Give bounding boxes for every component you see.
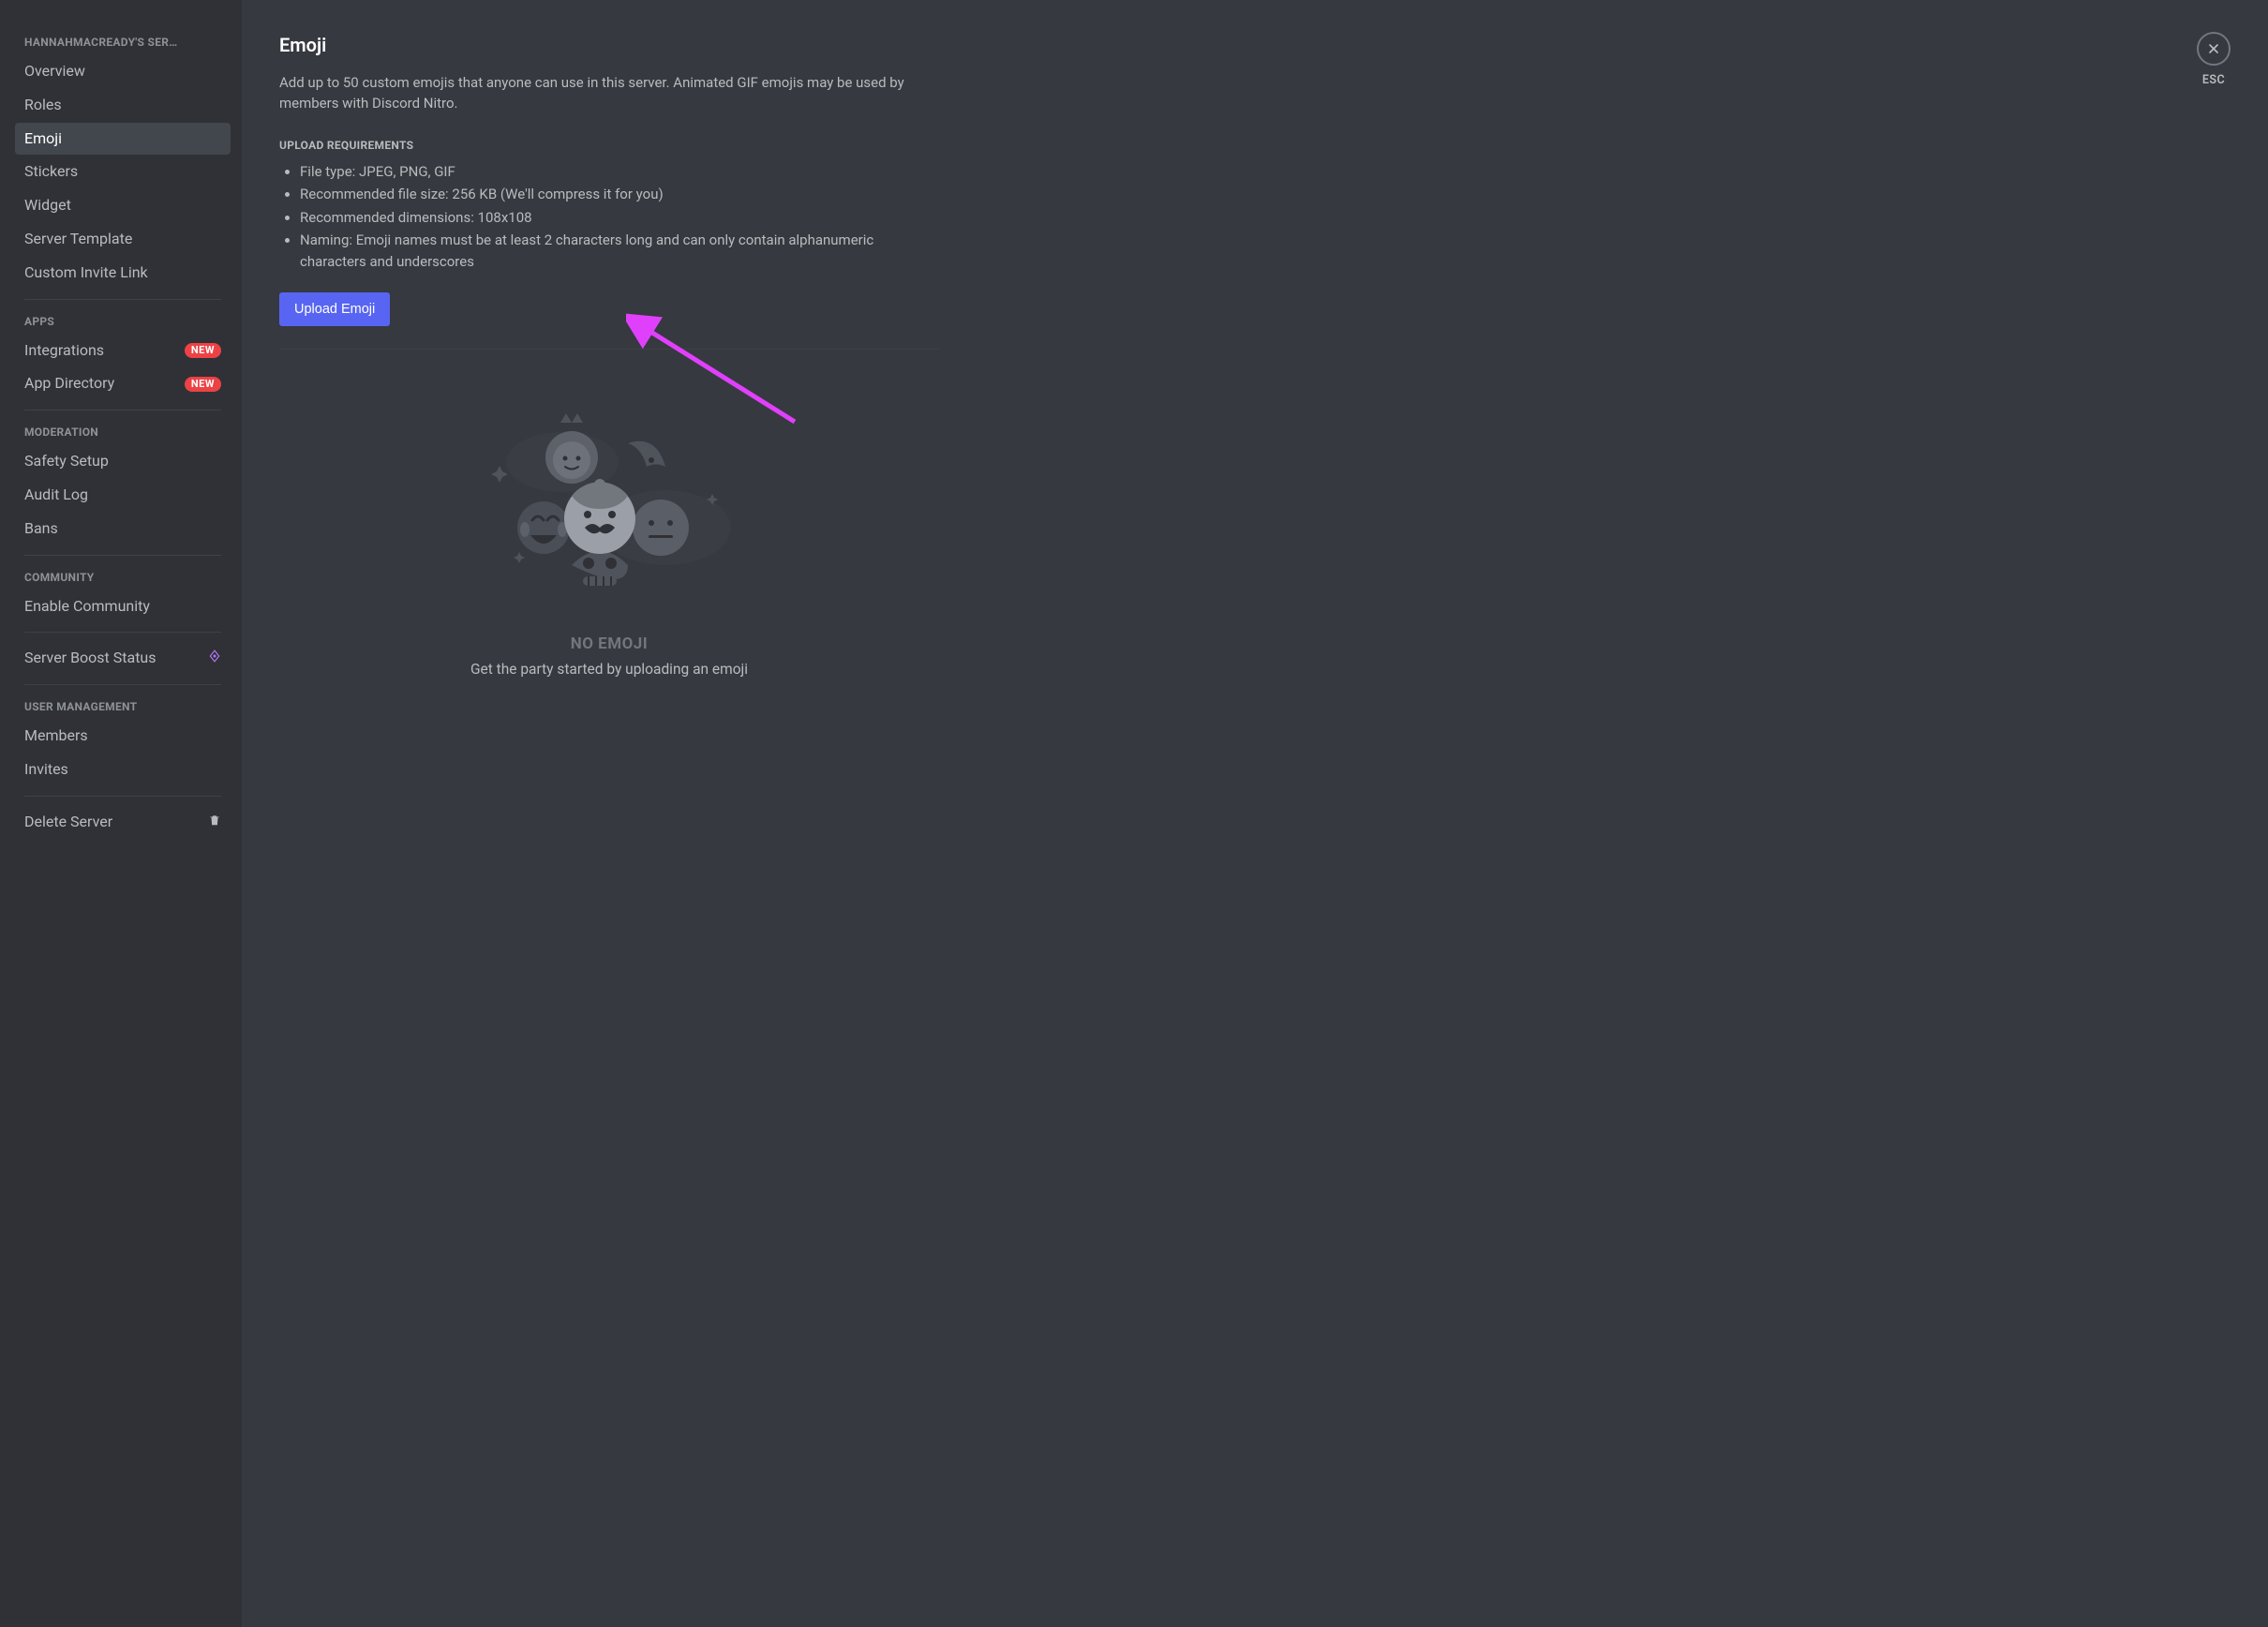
sidebar-item-label: Enable Community: [24, 597, 221, 617]
sidebar-item-label: App Directory: [24, 374, 185, 394]
requirement-item: Naming: Emoji names must be at least 2 c…: [300, 230, 926, 272]
sidebar-item-label: Integrations: [24, 341, 185, 361]
sidebar-divider: [24, 684, 221, 685]
sidebar-item-widget[interactable]: Widget: [15, 189, 231, 222]
sidebar-item-roles[interactable]: Roles: [15, 89, 231, 122]
empty-state-subtitle: Get the party started by uploading an em…: [470, 661, 748, 678]
new-badge: NEW: [185, 377, 221, 392]
sidebar-divider: [24, 299, 221, 300]
trash-icon: [208, 813, 221, 832]
sidebar-item-label: Custom Invite Link: [24, 263, 221, 283]
sidebar-header-apps: APPS: [15, 309, 231, 334]
upload-requirements-list: File type: JPEG, PNG, GIF Recommended fi…: [279, 161, 926, 273]
server-name-header: HANNAHMACREADY'S SER…: [15, 30, 231, 54]
sidebar-item-custom-invite-link[interactable]: Custom Invite Link: [15, 257, 231, 290]
sidebar-item-label: Stickers: [24, 162, 221, 182]
sidebar-item-server-template[interactable]: Server Template: [15, 223, 231, 256]
empty-state: NO EMOJI Get the party started by upload…: [279, 387, 939, 678]
sidebar-item-server-boost-status[interactable]: Server Boost Status: [15, 642, 231, 675]
sidebar-item-label: Server Boost Status: [24, 649, 208, 668]
new-badge: NEW: [185, 343, 221, 358]
content-divider: [279, 349, 939, 350]
sidebar-item-label: Server Template: [24, 230, 221, 249]
page-title: Emoji: [279, 34, 939, 56]
sidebar-item-enable-community[interactable]: Enable Community: [15, 590, 231, 623]
sidebar-item-label: Audit Log: [24, 485, 221, 505]
sidebar-item-label: Safety Setup: [24, 452, 221, 471]
sidebar-item-label: Overview: [24, 62, 221, 82]
upload-emoji-button[interactable]: Upload Emoji: [279, 292, 390, 326]
sidebar-item-label: Roles: [24, 96, 221, 115]
sidebar-item-label: Emoji: [24, 129, 221, 149]
sidebar-item-overview[interactable]: Overview: [15, 55, 231, 88]
sidebar-item-bans[interactable]: Bans: [15, 513, 231, 545]
sidebar-item-app-directory[interactable]: App Directory NEW: [15, 367, 231, 400]
sidebar-item-label: Widget: [24, 196, 221, 216]
empty-state-title: NO EMOJI: [571, 634, 649, 653]
requirement-item: Recommended file size: 256 KB (We'll com…: [300, 184, 926, 205]
sidebar-item-label: Members: [24, 726, 221, 746]
sidebar-item-emoji[interactable]: Emoji: [15, 123, 231, 156]
sidebar-header-user-management: USER MANAGEMENT: [15, 694, 231, 719]
sidebar-header-community: COMMUNITY: [15, 565, 231, 590]
esc-label: ESC: [2202, 73, 2225, 87]
sidebar-divider: [24, 632, 221, 633]
close-icon: [2197, 32, 2231, 66]
sidebar-item-members[interactable]: Members: [15, 720, 231, 753]
sidebar-item-safety-setup[interactable]: Safety Setup: [15, 445, 231, 478]
sidebar-item-delete-server[interactable]: Delete Server: [15, 806, 231, 839]
boost-gem-icon: [208, 649, 221, 668]
sidebar-header-moderation: MODERATION: [15, 420, 231, 444]
empty-state-illustration: [478, 406, 740, 612]
sidebar-item-invites[interactable]: Invites: [15, 754, 231, 786]
sidebar-item-label: Invites: [24, 760, 221, 780]
upload-requirements-header: UPLOAD REQUIREMENTS: [279, 139, 939, 152]
sidebar-item-stickers[interactable]: Stickers: [15, 156, 231, 188]
page-description: Add up to 50 custom emojis that anyone c…: [279, 73, 926, 114]
sidebar-divider: [24, 796, 221, 797]
requirement-item: Recommended dimensions: 108x108: [300, 207, 926, 229]
sidebar-divider: [24, 555, 221, 556]
requirement-item: File type: JPEG, PNG, GIF: [300, 161, 926, 183]
close-button[interactable]: ESC: [2197, 32, 2231, 87]
settings-sidebar: HANNAHMACREADY'S SER… Overview Roles Emo…: [0, 0, 242, 1627]
sidebar-item-label: Delete Server: [24, 813, 208, 832]
sidebar-item-label: Bans: [24, 519, 221, 539]
sidebar-item-audit-log[interactable]: Audit Log: [15, 479, 231, 512]
settings-content: ESC Emoji Add up to 50 custom emojis tha…: [242, 0, 2268, 1627]
sidebar-item-integrations[interactable]: Integrations NEW: [15, 335, 231, 367]
